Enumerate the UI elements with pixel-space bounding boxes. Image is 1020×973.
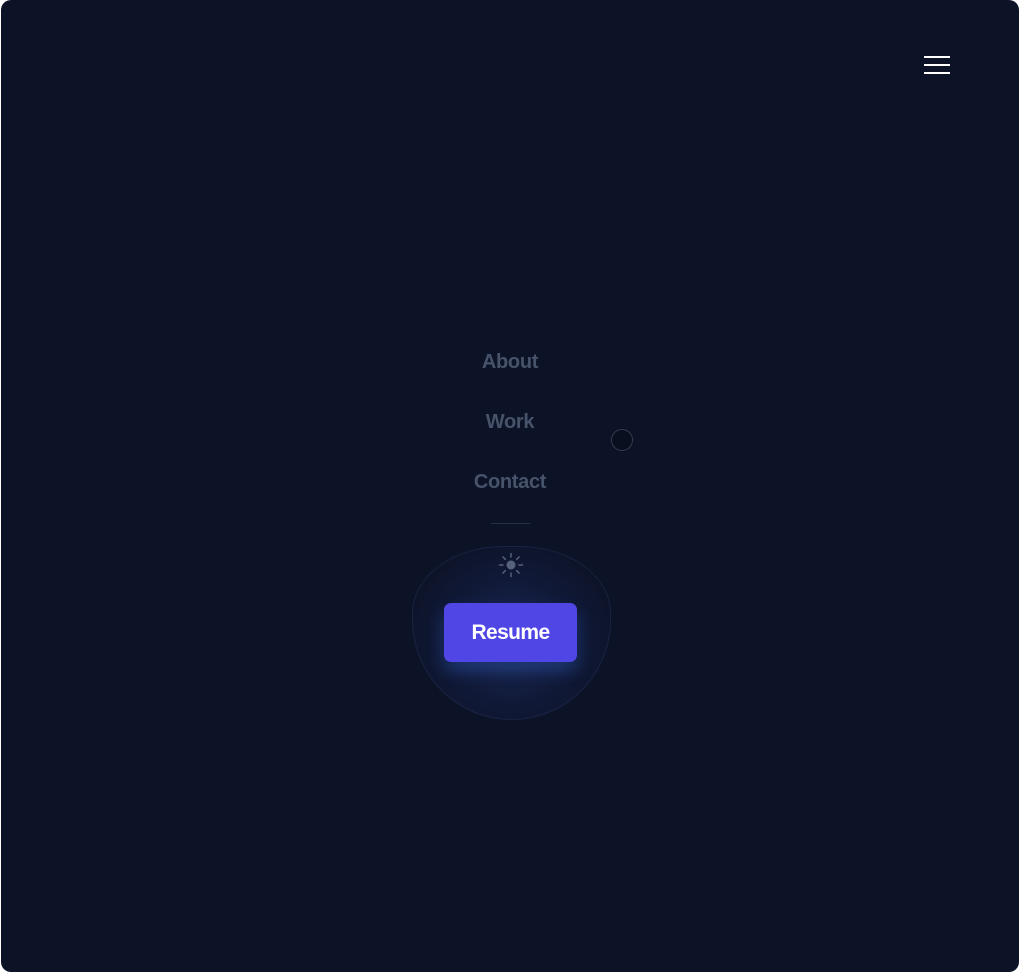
- nav-link-contact[interactable]: Contact: [1, 470, 1019, 494]
- theme-toggle-button[interactable]: [498, 552, 524, 578]
- page: About Work Contact Resume: [1, 0, 1019, 972]
- custom-cursor-dot: [611, 429, 633, 451]
- nav-link-work[interactable]: Work: [1, 410, 1019, 434]
- sun-icon: [498, 552, 524, 578]
- nav-divider: [491, 523, 530, 524]
- resume-button[interactable]: Resume: [444, 603, 577, 662]
- mobile-nav-menu: About Work Contact Resume: [1, 0, 1019, 972]
- nav-link-about[interactable]: About: [1, 350, 1019, 374]
